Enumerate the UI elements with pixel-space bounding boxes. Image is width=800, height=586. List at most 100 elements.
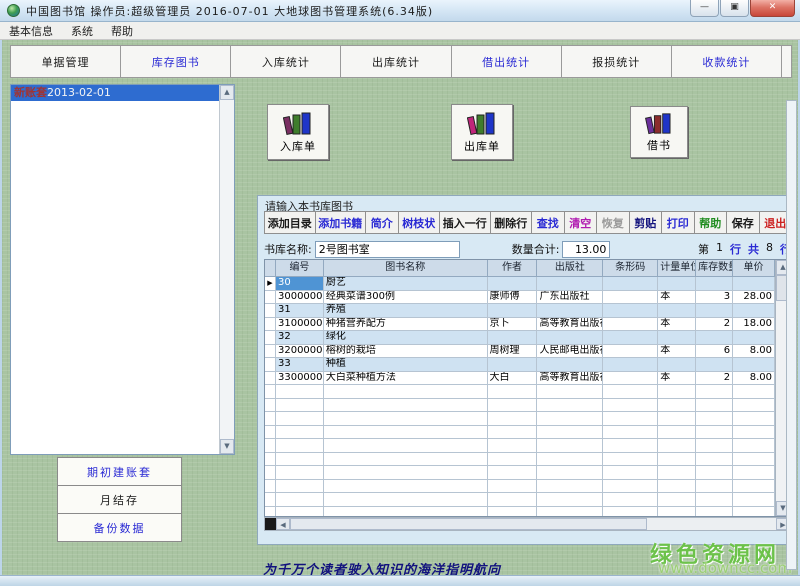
cell-unit[interactable]: 本 (658, 291, 696, 305)
cell-author[interactable] (488, 453, 538, 467)
cell-barcode[interactable] (603, 480, 658, 494)
cell-author[interactable] (488, 399, 538, 413)
cell-name[interactable] (324, 507, 488, 518)
cell-qty[interactable] (696, 304, 733, 318)
cell-qty[interactable] (696, 331, 733, 345)
toolbar-button-11[interactable]: 帮助 (694, 211, 728, 234)
scroll-track[interactable] (647, 518, 776, 530)
cell-unit[interactable]: 本 (658, 372, 696, 386)
cell-name[interactable] (324, 412, 488, 426)
table-row[interactable]: ▶30厨艺 (265, 277, 775, 291)
cell-name[interactable] (324, 399, 488, 413)
cell-unit[interactable] (658, 507, 696, 518)
cell-unit[interactable]: 本 (658, 318, 696, 332)
cell-author[interactable] (488, 507, 538, 518)
cell-unit[interactable] (658, 277, 696, 291)
nav-tab-3[interactable]: 出库统计 (341, 46, 451, 77)
column-header-1[interactable]: 图书名称 (324, 260, 488, 277)
cell-barcode[interactable] (603, 493, 658, 507)
toolbar-button-12[interactable]: 保存 (726, 211, 760, 234)
cell-barcode[interactable] (603, 453, 658, 467)
table-row-empty[interactable] (265, 480, 775, 494)
close-button[interactable]: ✕ (750, 0, 795, 17)
toolbar-button-8[interactable]: 恢复 (596, 211, 630, 234)
cell-name[interactable]: 榕树的栽培 (324, 345, 488, 359)
toolbar-button-6[interactable]: 查找 (531, 211, 565, 234)
cell-price[interactable] (733, 426, 775, 440)
cell-unit[interactable] (658, 304, 696, 318)
toolbar-button-7[interactable]: 清空 (564, 211, 598, 234)
cell-author[interactable] (488, 385, 538, 399)
cell-id[interactable] (276, 493, 324, 507)
cell-name[interactable]: 种植 (324, 358, 488, 372)
cell-price[interactable] (733, 331, 775, 345)
cell-name[interactable] (324, 453, 488, 467)
cell-publisher[interactable] (537, 331, 603, 345)
cell-unit[interactable] (658, 453, 696, 467)
cell-publisher[interactable] (537, 277, 603, 291)
cell-id[interactable]: 32000001 (276, 345, 324, 359)
table-row-empty[interactable] (265, 453, 775, 467)
cell-qty[interactable] (696, 277, 733, 291)
table-row-empty[interactable] (265, 493, 775, 507)
store-name-input[interactable] (315, 241, 460, 258)
cell-barcode[interactable] (603, 291, 658, 305)
cell-author[interactable] (488, 426, 538, 440)
cell-author[interactable] (488, 480, 538, 494)
cell-qty[interactable] (696, 412, 733, 426)
cell-id[interactable] (276, 466, 324, 480)
cell-price[interactable] (733, 399, 775, 413)
cell-author[interactable] (488, 466, 538, 480)
cell-qty[interactable] (696, 480, 733, 494)
cell-qty[interactable]: 2 (696, 318, 733, 332)
cell-publisher[interactable] (537, 493, 603, 507)
toolbar-button-5[interactable]: 删除行 (490, 211, 533, 234)
cell-name[interactable] (324, 385, 488, 399)
cell-author[interactable]: 京卜 (488, 318, 538, 332)
cell-barcode[interactable] (603, 412, 658, 426)
cell-publisher[interactable] (537, 426, 603, 440)
cell-barcode[interactable] (603, 385, 658, 399)
cell-barcode[interactable] (603, 331, 658, 345)
outbound-slip-button[interactable]: 出库单 (451, 104, 513, 160)
toolbar-button-2[interactable]: 简介 (365, 211, 399, 234)
side-button-2[interactable]: 备份数据 (57, 513, 182, 542)
cell-id[interactable] (276, 507, 324, 518)
cell-unit[interactable] (658, 399, 696, 413)
cell-author[interactable] (488, 412, 538, 426)
cell-name[interactable]: 大白菜种植方法 (324, 372, 488, 386)
cell-barcode[interactable] (603, 426, 658, 440)
cell-author[interactable] (488, 493, 538, 507)
cell-unit[interactable] (658, 493, 696, 507)
cell-unit[interactable] (658, 331, 696, 345)
cell-unit[interactable] (658, 385, 696, 399)
cell-id[interactable]: 32 (276, 331, 324, 345)
cell-name[interactable] (324, 426, 488, 440)
window-scrollbar-strip[interactable] (786, 100, 797, 570)
cell-name[interactable] (324, 480, 488, 494)
side-button-0[interactable]: 期初建账套 (57, 457, 182, 486)
cell-barcode[interactable] (603, 399, 658, 413)
cell-publisher[interactable] (537, 304, 603, 318)
column-header-4[interactable]: 条形码 (603, 260, 658, 277)
maximize-button[interactable]: ▣ (720, 0, 749, 17)
column-header-3[interactable]: 出版社 (537, 260, 603, 277)
total-qty-input[interactable] (562, 241, 610, 258)
cell-publisher[interactable] (537, 453, 603, 467)
cell-author[interactable]: 大白 (488, 372, 538, 386)
cell-name[interactable] (324, 466, 488, 480)
table-row-empty[interactable] (265, 507, 775, 518)
cell-name[interactable]: 种猪营养配方 (324, 318, 488, 332)
cell-qty[interactable] (696, 493, 733, 507)
cell-unit[interactable] (658, 358, 696, 372)
table-row[interactable]: 30000001经典菜谱300例康师傅广东出版社本328.00 (265, 291, 775, 305)
nav-tab-2[interactable]: 入库统计 (231, 46, 341, 77)
column-header-0[interactable]: 编号 (276, 260, 324, 277)
cell-barcode[interactable] (603, 358, 658, 372)
table-row[interactable]: 33种植 (265, 358, 775, 372)
cell-publisher[interactable] (537, 439, 603, 453)
cell-price[interactable] (733, 439, 775, 453)
cell-price[interactable] (733, 304, 775, 318)
cell-price[interactable] (733, 412, 775, 426)
cell-barcode[interactable] (603, 466, 658, 480)
